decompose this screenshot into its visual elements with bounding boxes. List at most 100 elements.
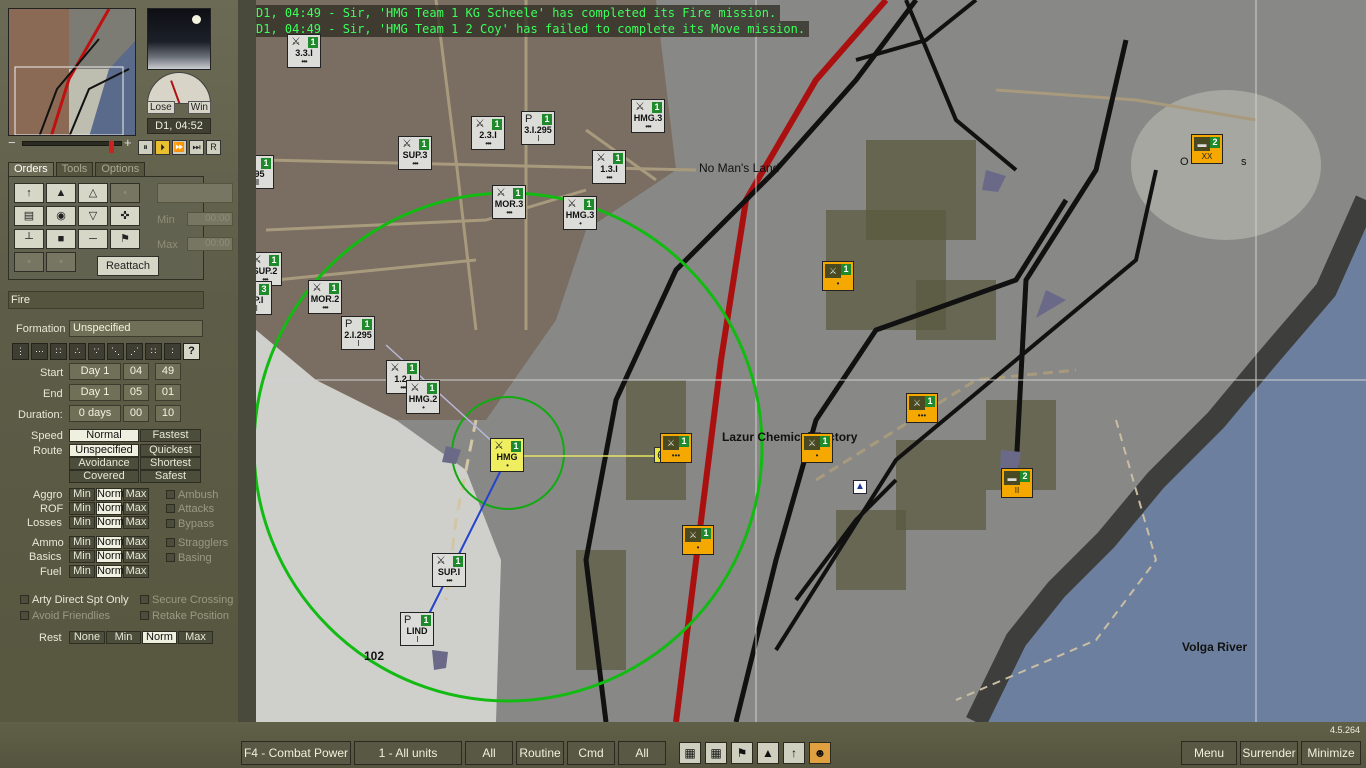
formation-select[interactable]: Unspecified xyxy=(69,320,203,337)
order-name-field[interactable]: Fire xyxy=(8,291,204,309)
formation-wedge-icon[interactable]: ∴ xyxy=(69,343,86,360)
formation-vee-icon[interactable]: ∵ xyxy=(88,343,105,360)
end-hour-field[interactable]: 05 xyxy=(123,384,149,401)
combat-power-button[interactable]: F4 - Combat Power xyxy=(241,741,351,765)
faster-button[interactable]: ⏭ xyxy=(189,140,204,155)
basics-norm-option[interactable]: Norm xyxy=(96,550,124,563)
enemy-unit[interactable]: ▬ 2 XX xyxy=(1191,134,1223,164)
cmd-button[interactable]: Cmd xyxy=(567,741,615,765)
units-toggle-icon[interactable]: ▦ xyxy=(705,742,727,764)
order-dig-icon[interactable]: ■ xyxy=(46,229,76,249)
menu-button[interactable]: Menu xyxy=(1181,741,1237,765)
order-fire-icon[interactable]: ✜ xyxy=(110,206,140,226)
tab-tools[interactable]: Tools xyxy=(55,162,94,176)
formation-line-icon[interactable]: ⋯ xyxy=(31,343,48,360)
formation-echelon-right-icon[interactable]: ⋰ xyxy=(126,343,143,360)
battle-map[interactable]: D1, 04:49 - Sir, 'HMG Team 1 KG Scheele'… xyxy=(256,0,1366,722)
rest-none-option[interactable]: None xyxy=(69,631,105,644)
route-quickest-option[interactable]: Quickest xyxy=(140,444,201,457)
minimize-button[interactable]: Minimize xyxy=(1301,741,1361,765)
order-attack-icon[interactable]: ▲ xyxy=(46,183,76,203)
formation-diamond-icon[interactable]: ∷ xyxy=(145,343,162,360)
grid-toggle-icon[interactable]: ▦ xyxy=(679,742,701,764)
ambush-checkbox[interactable]: Ambush xyxy=(166,489,218,501)
formation-help-icon[interactable]: ? xyxy=(183,343,200,360)
friendly-unit[interactable]: ⚔ 1 1.3.I ••• xyxy=(592,150,626,184)
order-probe-icon[interactable]: △ xyxy=(78,183,108,203)
end-day-field[interactable]: Day 1 xyxy=(69,384,121,401)
aggro-max-option[interactable]: Max xyxy=(123,488,149,501)
route-avoidance-option[interactable]: Avoidance xyxy=(69,457,139,470)
arty-direct-checkbox[interactable]: Arty Direct Spt Only xyxy=(20,594,129,606)
rof-max-option[interactable]: Max xyxy=(123,502,149,515)
objective-marker-icon[interactable]: ▲ xyxy=(853,480,867,494)
tab-options[interactable]: Options xyxy=(95,162,146,176)
order-hold-icon[interactable]: ◉ xyxy=(46,206,76,226)
losses-min-option[interactable]: Min xyxy=(69,516,95,529)
stragglers-checkbox[interactable]: Stragglers xyxy=(166,537,228,549)
secure-crossing-checkbox[interactable]: Secure Crossing xyxy=(140,594,233,606)
formation-box-icon[interactable]: ∷ xyxy=(50,343,67,360)
friendly-unit[interactable]: P 1 3.I.295 I xyxy=(521,111,555,145)
fuel-max-option[interactable]: Max xyxy=(123,565,149,578)
duration-days-field[interactable]: 0 days xyxy=(69,405,121,422)
ammo-min-option[interactable]: Min xyxy=(69,536,95,549)
formation-echelon-left-icon[interactable]: ⋱ xyxy=(107,343,124,360)
order-withdraw-icon[interactable]: ─ xyxy=(78,229,108,249)
retake-position-checkbox[interactable]: Retake Position xyxy=(140,610,229,622)
order-move-icon[interactable]: ↑ xyxy=(14,183,44,203)
friendly-unit[interactable]: P 1 LIND I xyxy=(400,612,434,646)
route-unspecified-option[interactable]: Unspecified xyxy=(69,444,139,457)
rest-min-option[interactable]: Min xyxy=(106,631,141,644)
step-button[interactable]: ⏵ xyxy=(155,140,170,155)
replay-button[interactable]: R xyxy=(206,140,221,155)
rof-min-option[interactable]: Min xyxy=(69,502,95,515)
speed-fastest-option[interactable]: Fastest xyxy=(140,429,201,442)
selected-unit[interactable]: ⚔ 1 HMG • xyxy=(490,438,524,472)
order-rally-icon[interactable]: ⚑ xyxy=(110,229,140,249)
rof-norm-option[interactable]: Norm xyxy=(96,502,124,515)
rest-max-option[interactable]: Max xyxy=(178,631,213,644)
order-embark-icon[interactable]: ┴ xyxy=(14,229,44,249)
hq-toggle-icon[interactable]: ⚑ xyxy=(731,742,753,764)
friendly-unit[interactable]: ⚔ 1 SUP.I ••• xyxy=(432,553,466,587)
losses-max-option[interactable]: Max xyxy=(123,516,149,529)
zoom-thumb[interactable] xyxy=(109,141,114,153)
basics-max-option[interactable]: Max xyxy=(123,550,149,563)
enemy-unit[interactable]: ⚔ 1 ••• xyxy=(906,393,938,423)
order-defend-icon[interactable]: ▤ xyxy=(14,206,44,226)
enemy-unit[interactable]: ⚔ 1 ••• xyxy=(660,433,692,463)
enemy-unit[interactable]: ⚔ 1 • xyxy=(682,525,714,555)
friendly-unit[interactable]: ⚔ 1 2.3.I ••• xyxy=(471,116,505,150)
zoom-in-icon[interactable]: + xyxy=(124,136,132,149)
units-filter-button[interactable]: 1 - All units xyxy=(354,741,462,765)
formation-column-icon[interactable]: ⋮ xyxy=(12,343,29,360)
zoom-slider[interactable]: − + xyxy=(8,136,136,153)
ammo-norm-option[interactable]: Norm xyxy=(96,536,124,549)
all-units-button[interactable]: All xyxy=(465,741,513,765)
start-hour-field[interactable]: 04 xyxy=(123,363,149,380)
duration-minutes-field[interactable]: 10 xyxy=(155,405,181,422)
duration-hours-field[interactable]: 00 xyxy=(123,405,149,422)
losses-norm-option[interactable]: Norm xyxy=(96,516,124,529)
route-shortest-option[interactable]: Shortest xyxy=(140,457,201,470)
speed-normal-option[interactable]: Normal xyxy=(69,429,139,442)
formation-square-icon[interactable]: ∶ xyxy=(164,343,181,360)
friendly-unit[interactable]: ⚔ 1 MOR.3 ••• xyxy=(492,185,526,219)
routine-button[interactable]: Routine xyxy=(516,741,564,765)
aggro-min-option[interactable]: Min xyxy=(69,488,95,501)
friendly-unit[interactable]: ⚔ 1 3.3.I ••• xyxy=(287,34,321,68)
zoom-out-icon[interactable]: − xyxy=(8,136,16,149)
start-day-field[interactable]: Day 1 xyxy=(69,363,121,380)
route-covered-option[interactable]: Covered xyxy=(69,470,139,483)
friendly-unit[interactable]: ⚔ 1 HMG.3 ••• xyxy=(631,99,665,133)
all-cmd-button[interactable]: All xyxy=(618,741,666,765)
basics-min-option[interactable]: Min xyxy=(69,550,95,563)
friendly-unit[interactable]: ◎3OP.IIII xyxy=(256,281,272,315)
basing-checkbox[interactable]: Basing xyxy=(166,552,212,564)
order-delay-icon[interactable]: ▽ xyxy=(78,206,108,226)
friendly-unit[interactable]: ⚔ 1 HMG.3 • xyxy=(563,196,597,230)
enemy-unit[interactable]: ⚔ 1 • xyxy=(822,261,854,291)
rest-norm-option[interactable]: Norm xyxy=(142,631,177,644)
surrender-button[interactable]: Surrender xyxy=(1240,741,1298,765)
